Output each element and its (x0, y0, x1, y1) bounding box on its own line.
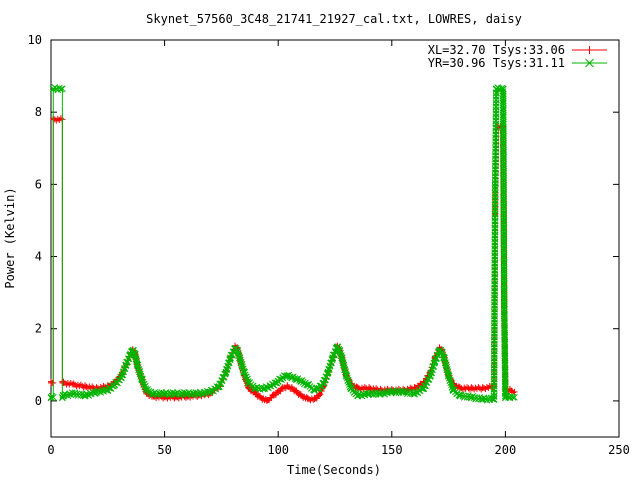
data-point (585, 46, 594, 54)
y-axis-label: Power (Kelvin) (3, 187, 17, 288)
x-tick-label: 100 (267, 443, 289, 457)
series-layer (47, 84, 518, 404)
y-tick-label: 8 (35, 105, 42, 119)
chart: Skynet_57560_3C48_21741_21927_cal.txt, L… (3, 12, 630, 477)
data-point (479, 385, 486, 392)
plot-axes: 0 50 100 150 200 250 0 2 4 6 8 10 (28, 33, 630, 457)
y-tick-label: 10 (28, 33, 42, 47)
legend: XL=32.70 Tsys:33.06YR=30.96 Tsys:31.11 (428, 43, 607, 70)
x-axis-label: Time(Seconds) (287, 463, 381, 477)
plot-frame (50, 39, 620, 438)
x-tick-label: 50 (157, 443, 171, 457)
y-tick-label: 2 (35, 322, 42, 336)
x-tick-label: 250 (608, 443, 630, 457)
legend-label: YR=30.96 Tsys:31.11 (428, 56, 565, 70)
x-tick-label: 150 (381, 443, 403, 457)
chart-title: Skynet_57560_3C48_21741_21927_cal.txt, L… (146, 12, 522, 26)
series-2 (47, 84, 518, 404)
y-tick-label: 0 (35, 394, 42, 408)
x-tick-label: 0 (47, 443, 54, 457)
y-tick-label: 6 (35, 177, 42, 191)
data-point (468, 385, 475, 392)
y-tick-label: 4 (35, 250, 42, 264)
x-tick-label: 200 (495, 443, 517, 457)
legend-label: XL=32.70 Tsys:33.06 (428, 43, 565, 57)
